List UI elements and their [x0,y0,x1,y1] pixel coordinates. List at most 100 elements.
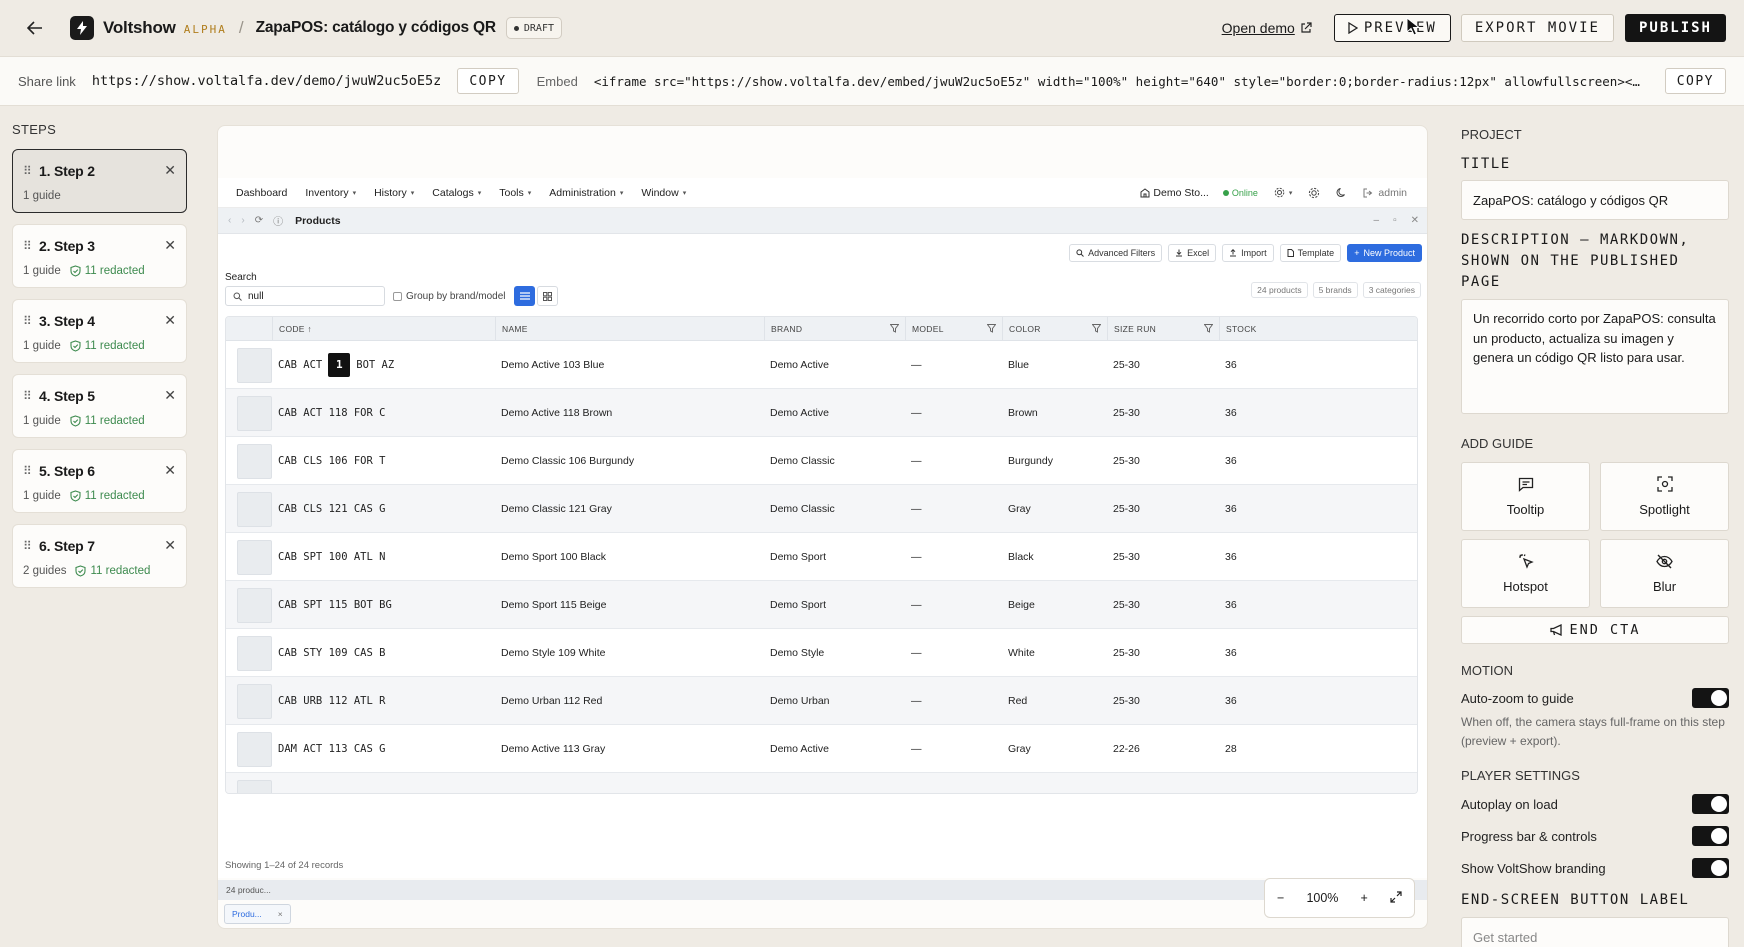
column-header-stock[interactable]: STOCK [1219,317,1417,341]
embed-code[interactable]: <iframe src="https://show.voltalfa.dev/e… [594,74,1644,89]
drag-handle-icon[interactable]: ⠿ [23,314,37,328]
table-row[interactable]: DAM ACT 113 CAS G Demo Active 113 Gray D… [226,725,1417,773]
export-movie-button[interactable]: EXPORT MOVIE [1460,14,1614,42]
column-header-name[interactable]: NAME [495,317,764,341]
add-end-cta-button[interactable]: END CTA [1461,616,1729,644]
close-icon[interactable]: × [278,909,283,919]
filter-icon[interactable] [890,324,899,333]
column-header-model[interactable]: MODEL [905,317,1002,341]
excel-button[interactable]: Excel [1168,244,1217,262]
drag-handle-icon[interactable]: ⠿ [23,389,37,403]
moon-icon[interactable] [1336,187,1347,198]
add-tooltip-button[interactable]: Tooltip [1461,462,1590,531]
close-icon[interactable]: ✕ [164,237,176,254]
column-header-code[interactable]: CODE ↑ [272,317,495,341]
import-button[interactable]: Import [1222,244,1274,262]
gear-icon[interactable] [1308,187,1320,199]
filter-icon[interactable] [1092,324,1101,333]
drag-handle-icon[interactable]: ⠿ [23,464,37,478]
title-input[interactable]: ZapaPOS: catálogo y códigos QR [1461,180,1729,220]
table-row[interactable]: CAB CLS 106 FOR T Demo Classic 106 Burgu… [226,437,1417,485]
add-blur-button[interactable]: Blur [1600,539,1729,608]
nav-dashboard[interactable]: Dashboard [236,187,287,199]
maximize-icon[interactable]: ▫ [1393,215,1397,226]
zoom-out-button[interactable]: − [1277,891,1284,905]
nav-history[interactable]: History ▾ [374,187,414,199]
fullscreen-icon[interactable] [1390,890,1402,906]
filter-icon[interactable] [1204,324,1213,333]
preview-canvas[interactable]: Dashboard Inventory ▾ History ▾ Catalogs ▾ … [217,125,1428,929]
drag-handle-icon[interactable]: ⠿ [23,164,37,178]
add-hotspot-button[interactable]: Hotspot [1461,539,1590,608]
table-row[interactable]: CAB CLS 121 CAS G Demo Classic 121 Gray … [226,485,1417,533]
nav-administration[interactable]: Administration ▾ [549,187,623,199]
close-icon[interactable]: ✕ [164,537,176,554]
close-icon[interactable]: ✕ [1411,215,1419,226]
nav-window[interactable]: Window ▾ [641,187,686,199]
close-icon[interactable]: ✕ [164,387,176,404]
template-button[interactable]: Template [1279,244,1342,262]
settings-dropdown[interactable]: ▾ [1274,187,1292,198]
back-arrow-icon[interactable] [24,17,46,39]
table-row[interactable]: CAB ACT 118 FOR C Demo Active 118 Brown … [226,389,1417,437]
help-icon[interactable]: ⓘ [273,213,283,228]
new-product-button[interactable]: + New Product [1347,244,1422,262]
progress-toggle[interactable] [1692,826,1729,846]
copy-link-button[interactable]: COPY [457,68,519,94]
open-demo-link[interactable]: Open demo [1222,20,1312,36]
step-card-3[interactable]: ⠿ 3. Step 4 ✕ 1 guide 11 redacted [12,299,187,363]
step-card-2[interactable]: ⠿ 2. Step 3 ✕ 1 guide 11 redacted [12,224,187,288]
copy-embed-button[interactable]: COPY [1664,68,1726,94]
search-input[interactable]: null [225,286,385,306]
minimize-icon[interactable]: – [1374,215,1380,226]
column-header-color[interactable]: COLOR [1002,317,1107,341]
chevron-down-icon: ▾ [682,189,687,197]
filter-icon[interactable] [987,324,996,333]
end-screen-button-input[interactable]: Get started [1461,917,1729,947]
table-row[interactable]: CAB ACT 1 BOT AZ Demo Active 103 Blue Demo… [226,341,1417,389]
checkbox-box[interactable] [393,292,402,301]
close-icon[interactable]: ✕ [164,162,176,179]
store-selector[interactable]: Demo Sto... [1140,187,1209,199]
column-header-brand[interactable]: BRAND [764,317,905,341]
close-icon[interactable]: ✕ [164,312,176,329]
group-by-checkbox[interactable]: Group by brand/model [393,291,506,302]
refresh-icon[interactable]: ⟳ [255,215,263,226]
forward-chevron-icon[interactable]: › [241,215,244,226]
step-card-4[interactable]: ⠿ 4. Step 5 ✕ 1 guide 11 redacted [12,374,187,438]
zoom-in-button[interactable]: + [1361,891,1368,905]
close-icon[interactable]: ✕ [164,462,176,479]
list-view-button[interactable] [514,286,535,306]
table-row[interactable]: CAB STY 109 CAS B Demo Style 109 White D… [226,629,1417,677]
column-header-size-run[interactable]: SIZE RUN [1107,317,1219,341]
nav-tools[interactable]: Tools ▾ [499,187,531,199]
step-card-6[interactable]: ⠿ 6. Step 7 ✕ 2 guides 11 redacted [12,524,187,588]
autoplay-toggle[interactable] [1692,794,1729,814]
nav-catalogs[interactable]: Catalogs ▾ [432,187,481,199]
description-textarea[interactable]: Un recorrido corto por ZapaPOS: consulta… [1461,299,1729,414]
nav-inventory[interactable]: Inventory ▾ [305,187,356,199]
back-chevron-icon[interactable]: ‹ [228,215,231,226]
guide-marker-badge[interactable]: 1 [328,352,351,377]
zoom-level: 100% [1306,891,1339,905]
table-row[interactable]: CAB SPT 100 ATL N Demo Sport 100 Black D… [226,533,1417,581]
window-tab-products[interactable]: Produ... × [224,904,291,924]
table-row[interactable] [226,773,1417,793]
status-label: 24 produc... [226,885,271,895]
drag-handle-icon[interactable]: ⠿ [23,539,37,553]
step-card-5[interactable]: ⠿ 5. Step 6 ✕ 1 guide 11 redacted [12,449,187,513]
add-spotlight-button[interactable]: Spotlight [1600,462,1729,531]
logout-admin[interactable]: admin [1363,187,1407,199]
auto-zoom-toggle[interactable] [1692,688,1729,708]
branding-toggle[interactable] [1692,858,1729,878]
preview-button[interactable]: PREVIEW [1333,14,1451,42]
table-row[interactable]: CAB SPT 115 BOT BG Demo Sport 115 Beige … [226,581,1417,629]
advanced-filters-button[interactable]: Advanced Filters [1069,244,1163,262]
embedded-app-screenshot[interactable]: Dashboard Inventory ▾ History ▾ Catalogs ▾ … [218,178,1427,924]
share-url[interactable]: https://show.voltalfa.dev/demo/jwuW2uc5o… [92,73,442,89]
table-row[interactable]: CAB URB 112 ATL R Demo Urban 112 Red Dem… [226,677,1417,725]
publish-button[interactable]: PUBLISH [1624,14,1726,42]
grid-view-button[interactable] [537,286,558,306]
drag-handle-icon[interactable]: ⠿ [23,239,37,253]
step-card-1[interactable]: ⠿ 1. Step 2 ✕ 1 guide [12,149,187,213]
